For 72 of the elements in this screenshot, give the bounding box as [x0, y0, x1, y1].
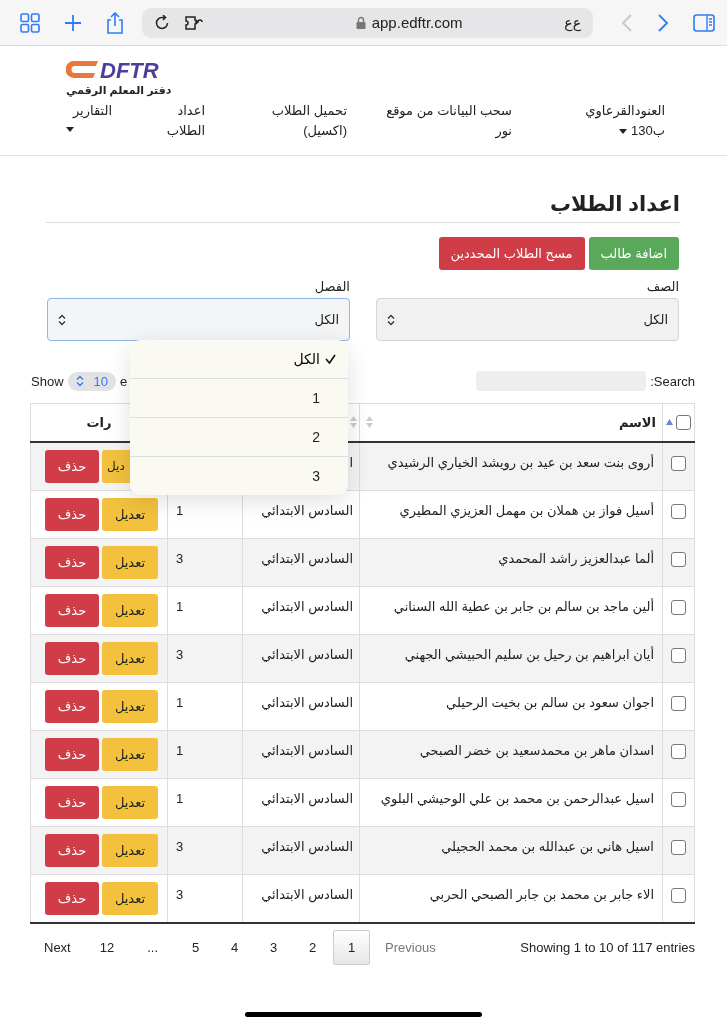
table-cell: أروى بنت سعد بن عيد بن رويشد الخياري الرشيدي	[359, 441, 663, 490]
table-cell: اجوان سعود بن سالم بن بخيت الرحيلي	[359, 682, 663, 730]
table-cell: 3	[167, 538, 243, 586]
column-header: الاسم	[359, 403, 663, 442]
table-cell: 1	[167, 778, 243, 826]
table-cell: السادس الابتدائي	[242, 730, 360, 778]
edit-button[interactable]: تعديل	[102, 689, 158, 723]
table-cell: أيان ابراهيم بن رحيل بن سليم الحبيشي الجهني	[359, 634, 663, 682]
delete-button[interactable]: حذف	[45, 497, 99, 531]
page-button[interactable]: 3	[255, 929, 293, 965]
nav-link[interactable]: سحب البيانات من موقع نور	[372, 101, 512, 141]
table-cell: السادس الابتدائي	[242, 538, 360, 586]
logo-wordmark: DFTR	[100, 60, 159, 82]
entries-label: e	[120, 373, 128, 389]
nav-link[interactable]: العنودالقرعاوي ب130	[573, 101, 665, 141]
delete-button[interactable]: حذف	[45, 641, 99, 675]
pagination-ellipsis: ...	[146, 938, 160, 957]
table-cell: السادس الابتدائي	[242, 778, 360, 826]
edit-button[interactable]: تعديل	[102, 593, 158, 627]
delete-selected-button[interactable]: مسح الطلاب المحددين	[438, 237, 585, 270]
field-label: الفصل	[313, 278, 350, 296]
field-label: الصف	[645, 278, 679, 296]
menu-option[interactable]: 1	[130, 379, 348, 418]
select-field[interactable]: الكل	[47, 298, 350, 341]
text-size-button[interactable]: ﻉﻉ	[564, 14, 581, 31]
delete-button[interactable]: حذف	[45, 737, 99, 771]
pagination-link[interactable]: Next	[31, 929, 84, 965]
delete-button[interactable]: حذف	[45, 881, 99, 915]
table-cell: 1	[167, 682, 243, 730]
delete-button[interactable]: حذف	[45, 449, 99, 483]
table-cell: اسيل عبدالرحمن بن محمد بن علي الوحيشي البلوي	[359, 778, 663, 826]
table-cell: اسيل هاني بن عبدالله بن محمد الحجيلي	[359, 826, 663, 874]
edit-button[interactable]: تعديل	[102, 833, 158, 867]
edit-button[interactable]: تعديل	[102, 641, 158, 675]
edit-button[interactable]: تعديل	[102, 497, 158, 531]
delete-button[interactable]: حذف	[45, 689, 99, 723]
edit-button[interactable]: تعديل	[102, 881, 158, 915]
table-cell: 3	[167, 634, 243, 682]
table-cell: ألين ماجد بن سالم بن جابر بن عطية الله السناني	[359, 586, 663, 634]
page-button[interactable]: 4	[216, 929, 254, 965]
page-button[interactable]: 2	[294, 929, 332, 965]
select-field[interactable]: الكل	[376, 298, 679, 341]
edit-button[interactable]: تعديل	[102, 785, 158, 819]
table-cell: السادس الابتدائي	[242, 682, 360, 730]
page-button[interactable]: 1	[333, 929, 371, 965]
show-label: Show	[31, 373, 64, 389]
page-button[interactable]: 12	[85, 929, 129, 965]
nav-link[interactable]: التقارير	[66, 101, 112, 132]
table-cell: 1	[167, 730, 243, 778]
table-cell: السادس الابتدائي	[242, 826, 360, 874]
table-cell: السادس الابتدائي	[242, 634, 360, 682]
url-text: app.edftr.com	[371, 14, 463, 31]
search-label: Search:	[650, 373, 695, 389]
nav-link[interactable]: تحميل الطلاب (اكسيل)	[259, 101, 347, 141]
delete-button[interactable]: حذف	[45, 833, 99, 867]
page-button[interactable]: 5	[177, 929, 215, 965]
page-title: اعداد الطلاب	[46, 190, 680, 223]
table-cell: 3	[167, 826, 243, 874]
menu-option[interactable]: الكل	[130, 340, 348, 379]
logo-tagline: دفتر المعلم الرقمي	[66, 84, 172, 97]
table-cell: السادس الابتدائي	[242, 586, 360, 634]
delete-button[interactable]: حذف	[45, 785, 99, 819]
entries-info: Showing 1 to 10 of 117 entries	[520, 939, 695, 955]
delete-button[interactable]: حذف	[45, 593, 99, 627]
table-cell: 1	[167, 586, 243, 634]
table-cell: اسدان ماهر بن محمدسعيد بن خضر الصبحي	[359, 730, 663, 778]
nav-link[interactable]: اعداد الطلاب	[157, 101, 205, 141]
delete-button[interactable]: حذف	[45, 545, 99, 579]
table-cell: أسيل فواز بن هملان بن مهمل العزيزي المطيري	[359, 490, 663, 538]
edit-button[interactable]: تعديل	[102, 737, 158, 771]
table-cell: ألما عبدالعزيز راشد المحمدي	[359, 538, 663, 586]
edit-button[interactable]: تعديل	[102, 545, 158, 579]
